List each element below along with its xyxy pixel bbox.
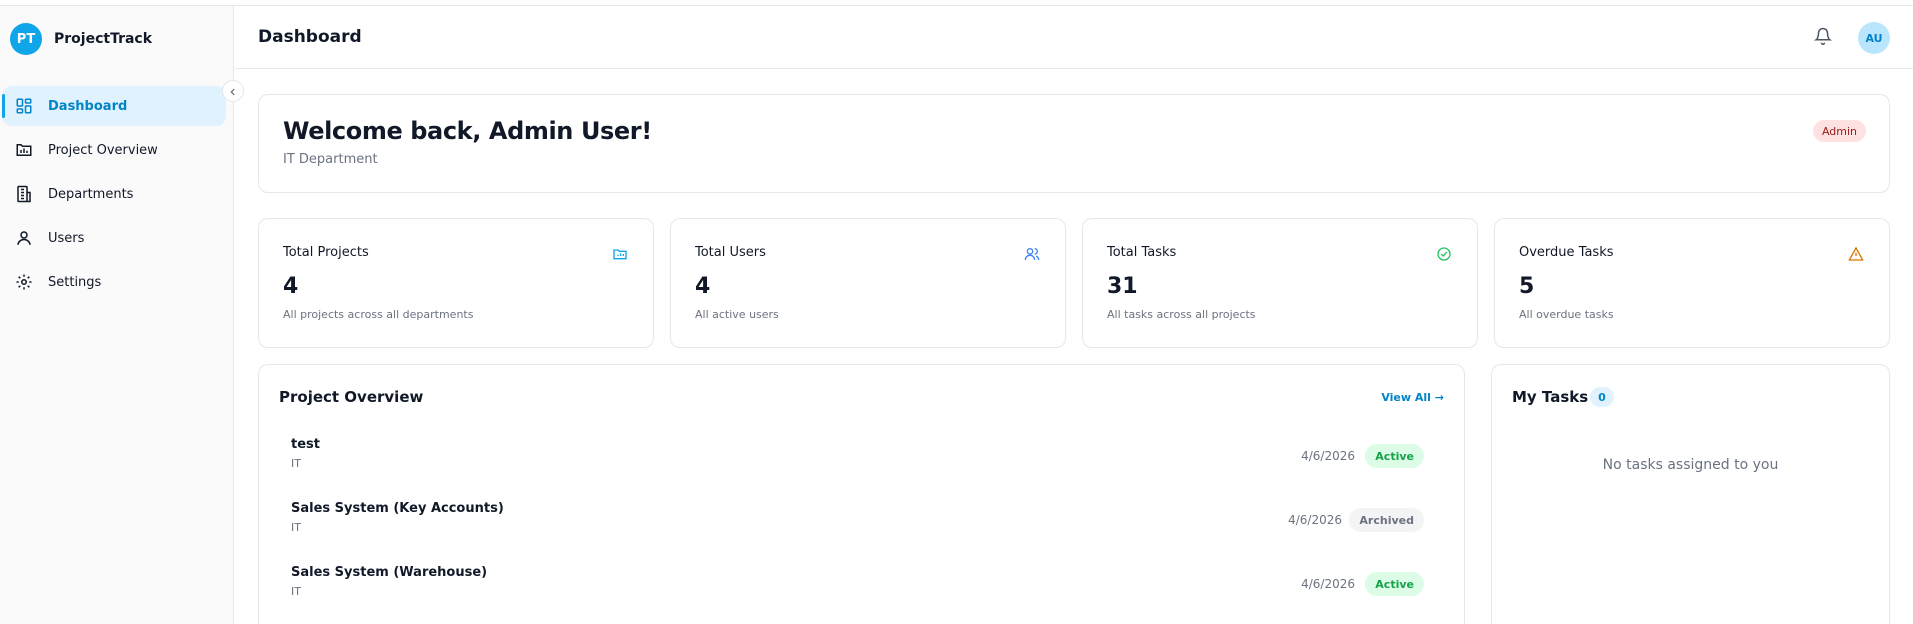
- bell-icon: [1813, 26, 1833, 50]
- chevron-left-icon: [228, 82, 238, 101]
- table-row[interactable]: Sales System (Warehouse) IT 4/6/2026 Act…: [271, 557, 1436, 613]
- top-header: Dashboard AU: [235, 6, 1913, 69]
- stat-label: Total Tasks: [1107, 245, 1177, 260]
- stat-label: Total Users: [695, 245, 766, 260]
- brand[interactable]: PT ProjectTrack: [10, 23, 152, 55]
- gear-icon: [14, 272, 34, 292]
- project-department: IT: [291, 585, 301, 598]
- brand-name: ProjectTrack: [54, 31, 153, 47]
- task-count-badge: 0: [1590, 387, 1614, 407]
- check-circle-icon: [1435, 245, 1453, 263]
- dashboard-grid-icon: [14, 96, 34, 116]
- building-icon: [14, 184, 34, 204]
- welcome-department: IT Department: [283, 152, 378, 167]
- sidebar-item-label: Users: [48, 230, 85, 246]
- table-row[interactable]: test IT 4/6/2026 Active: [271, 429, 1436, 485]
- avatar[interactable]: AU: [1858, 22, 1890, 54]
- users-icon: [1023, 245, 1041, 263]
- section-title: My Tasks: [1512, 388, 1589, 406]
- brand-logo: PT: [10, 23, 42, 55]
- project-name: Sales System (Warehouse): [291, 565, 488, 580]
- stat-description: All active users: [695, 308, 779, 321]
- sidebar-item-project-overview[interactable]: Project Overview: [2, 130, 226, 170]
- sidebar-item-label: Project Overview: [48, 142, 158, 158]
- stat-card-total-users: Total Users 4 All active users: [670, 218, 1066, 348]
- sidebar-item-departments[interactable]: Departments: [2, 174, 226, 214]
- folder-icon: [611, 245, 629, 263]
- stat-card-overdue-tasks: Overdue Tasks 5 All overdue tasks: [1494, 218, 1890, 348]
- sidebar-item-label: Settings: [48, 274, 102, 290]
- stat-description: All projects across all departments: [283, 308, 474, 321]
- stat-value: 5: [1519, 274, 1535, 299]
- user-icon: [14, 228, 34, 248]
- project-department: IT: [291, 457, 301, 470]
- sidebar-collapse-button[interactable]: [222, 80, 244, 102]
- sidebar: PT ProjectTrack Dashboard Project Overvi…: [0, 6, 234, 624]
- project-date: 4/6/2026: [1301, 449, 1355, 463]
- stat-value: 4: [283, 274, 299, 299]
- status-badge: Archived: [1349, 508, 1424, 532]
- project-date: 4/6/2026: [1301, 577, 1355, 591]
- sidebar-item-users[interactable]: Users: [2, 218, 226, 258]
- stat-description: All tasks across all projects: [1107, 308, 1256, 321]
- notifications-button[interactable]: [1812, 26, 1834, 50]
- welcome-title: Welcome back, Admin User!: [283, 117, 652, 145]
- sidebar-item-label: Dashboard: [48, 98, 128, 114]
- stat-value: 31: [1107, 274, 1138, 299]
- role-badge: Admin: [1812, 120, 1866, 142]
- section-title: Project Overview: [279, 388, 424, 406]
- page-title: Dashboard: [258, 27, 362, 47]
- empty-state-message: No tasks assigned to you: [1602, 457, 1779, 473]
- project-chart-icon: [14, 140, 34, 160]
- project-overview-panel: Project Overview View All → test IT 4/6/…: [258, 364, 1465, 624]
- sidebar-item-label: Departments: [48, 186, 134, 202]
- welcome-card: Welcome back, Admin User! IT Department …: [258, 94, 1890, 193]
- stat-label: Total Projects: [283, 245, 369, 260]
- status-badge: Active: [1365, 444, 1424, 468]
- view-all-link[interactable]: View All →: [1381, 391, 1444, 404]
- sidebar-item-settings[interactable]: Settings: [2, 262, 226, 302]
- status-badge: Active: [1365, 572, 1424, 596]
- sidebar-item-dashboard[interactable]: Dashboard: [2, 86, 226, 126]
- project-name: test: [291, 437, 320, 452]
- stat-label: Overdue Tasks: [1519, 245, 1614, 260]
- my-tasks-panel: My Tasks 0 No tasks assigned to you: [1491, 364, 1890, 624]
- stat-card-total-tasks: Total Tasks 31 All tasks across all proj…: [1082, 218, 1478, 348]
- project-department: IT: [291, 521, 301, 534]
- stat-description: All overdue tasks: [1519, 308, 1614, 321]
- sidebar-nav: Dashboard Project Overview Departments U…: [0, 86, 234, 306]
- stat-value: 4: [695, 274, 711, 299]
- table-row[interactable]: Sales System (Key Accounts) IT 4/6/2026 …: [271, 493, 1436, 549]
- stat-card-total-projects: Total Projects 4 All projects across all…: [258, 218, 654, 348]
- project-date: 4/6/2026: [1288, 513, 1342, 527]
- project-name: Sales System (Key Accounts): [291, 501, 504, 516]
- warning-icon: [1847, 245, 1865, 263]
